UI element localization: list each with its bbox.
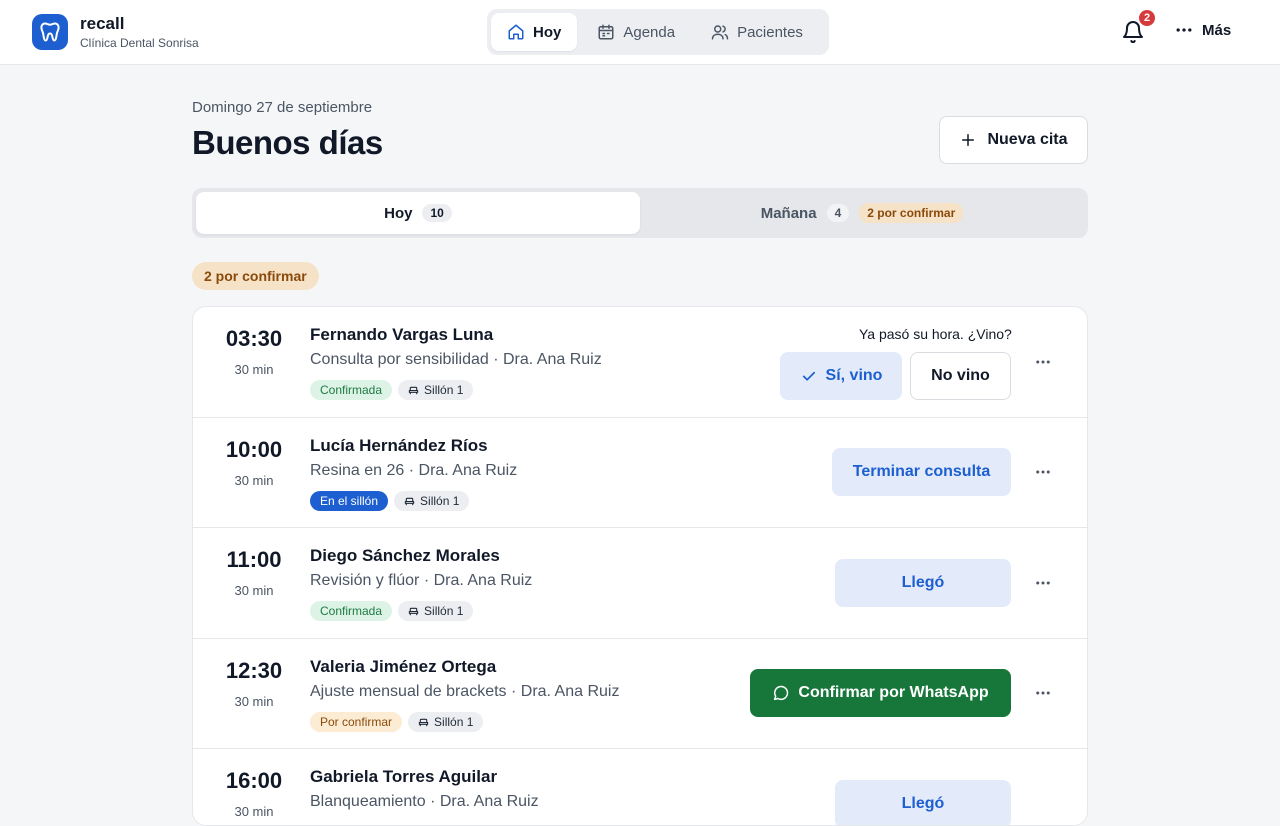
- appointment-row[interactable]: 10:00 30 min Lucía Hernández Ríos Resina…: [193, 418, 1087, 528]
- row-options-icon[interactable]: [1031, 350, 1055, 374]
- button-label: No vino: [931, 367, 990, 384]
- row-options-icon[interactable]: [1031, 460, 1055, 484]
- button-label: Sí, vino: [825, 367, 883, 384]
- app-name: recall: [80, 13, 125, 33]
- appointment-detail: Ajuste mensual de brackets · Dra. Ana Ru…: [310, 683, 620, 700]
- tab-count: 10: [422, 204, 452, 222]
- button-label: Confirmar por WhatsApp: [798, 684, 989, 701]
- brand[interactable]: recall Clínica Dental Sonrisa: [32, 14, 199, 50]
- arrived-button[interactable]: Llegó: [835, 780, 1011, 825]
- appointment-time: 12:30: [225, 658, 283, 683]
- notification-badge: 2: [1137, 8, 1157, 28]
- page-title: Buenos días: [192, 124, 383, 161]
- appointment-time: 16:00: [225, 768, 283, 793]
- more-menu-button[interactable]: Más: [1174, 20, 1231, 40]
- patient-name[interactable]: Gabriela Torres Aguilar: [310, 767, 497, 787]
- tab-count: 4: [826, 204, 850, 222]
- chair-label: Sillón 1: [434, 715, 474, 729]
- patient-name[interactable]: Valeria Jiménez Ortega: [310, 657, 496, 677]
- tooth-icon: [32, 14, 68, 50]
- attended-no-button[interactable]: No vino: [910, 352, 1011, 400]
- chair-badge: Sillón 1: [398, 380, 474, 400]
- tab-hoy[interactable]: Hoy 10: [196, 192, 640, 234]
- chair-label: Sillón 1: [420, 494, 460, 508]
- appointment-row[interactable]: 12:30 30 min Valeria Jiménez Ortega Ajus…: [193, 639, 1087, 749]
- status-badge: Por confirmar: [310, 712, 403, 732]
- chair-icon: [408, 386, 419, 394]
- button-label: Llegó: [901, 795, 945, 812]
- main-nav: Hoy Agenda Pacientes: [487, 9, 829, 55]
- day-tabs: Hoy 10 Mañana 4 2 por confirmar: [192, 188, 1088, 238]
- attendance-question: Ya pasó su hora. ¿Vino?: [859, 326, 1012, 342]
- appointment-duration: 30 min: [234, 583, 274, 598]
- confirm-whatsapp-button[interactable]: Confirmar por WhatsApp: [750, 669, 1011, 717]
- appointment-detail: Blanqueamiento · Dra. Ana Ruiz: [310, 793, 539, 810]
- tab-label: Hoy: [384, 204, 413, 222]
- appointment-detail: Consulta por sensibilidad · Dra. Ana Rui…: [310, 351, 602, 368]
- users-icon: [711, 25, 729, 40]
- chair-label: Sillón 1: [424, 383, 464, 397]
- appointment-time: 10:00: [225, 437, 283, 462]
- button-label: Terminar consulta: [852, 463, 991, 480]
- ellipsis-icon: [1176, 28, 1192, 32]
- appointment-duration: 30 min: [234, 804, 274, 819]
- chair-badge: Sillón 1: [398, 601, 474, 621]
- calendar-icon: [598, 24, 614, 40]
- home-icon: [508, 24, 524, 40]
- tab-manana[interactable]: Mañana 4 2 por confirmar: [640, 192, 1084, 234]
- row-options-icon[interactable]: [1031, 681, 1055, 705]
- appointment-list: 03:30 30 min Fernando Vargas Luna Consul…: [192, 306, 1088, 826]
- appointment-time: 03:30: [225, 326, 283, 351]
- appointment-time: 11:00: [226, 547, 282, 572]
- appointment-duration: 30 min: [234, 473, 274, 488]
- pending-badge: 2 por confirmar: [859, 203, 964, 223]
- patient-name[interactable]: Fernando Vargas Luna: [310, 325, 493, 345]
- plus-icon: [962, 134, 975, 146]
- top-bar: recall Clínica Dental Sonrisa Hoy Agenda…: [0, 0, 1280, 65]
- nav-tab-agenda[interactable]: Agenda: [581, 13, 691, 51]
- pending-filter-pill[interactable]: 2 por confirmar: [192, 262, 319, 290]
- row-options-icon[interactable]: [1031, 571, 1055, 595]
- appointment-detail: Resina en 26 · Dra. Ana Ruiz: [310, 462, 518, 479]
- chair-icon: [408, 607, 419, 615]
- appointment-detail: Revisión y flúor · Dra. Ana Ruiz: [310, 572, 533, 589]
- current-date: Domingo 27 de septiembre: [192, 99, 373, 116]
- patient-name[interactable]: Lucía Hernández Ríos: [310, 436, 488, 456]
- nav-tab-label: Hoy: [533, 23, 562, 41]
- arrived-button[interactable]: Llegó: [835, 559, 1011, 607]
- nav-tab-hoy[interactable]: Hoy: [491, 13, 578, 51]
- patient-name[interactable]: Diego Sánchez Morales: [310, 546, 500, 566]
- whatsapp-icon: [774, 685, 789, 701]
- check-icon: [802, 371, 815, 381]
- more-label: Más: [1202, 21, 1232, 39]
- new-appointment-label: Nueva cita: [987, 131, 1068, 148]
- status-badge: En el sillón: [310, 491, 389, 511]
- new-appointment-button[interactable]: Nueva cita: [939, 116, 1088, 164]
- chair-badge: Sillón 1: [394, 491, 470, 511]
- appointment-duration: 30 min: [234, 694, 274, 709]
- appointment-row[interactable]: 11:00 30 min Diego Sánchez Morales Revis…: [193, 528, 1087, 639]
- tab-label: Mañana: [760, 204, 817, 222]
- button-label: Llegó: [901, 574, 945, 591]
- chair-icon: [404, 497, 415, 505]
- status-badge: Confirmada: [310, 380, 393, 400]
- appointment-row[interactable]: 16:00 30 min Gabriela Torres Aguilar Bla…: [193, 749, 1087, 825]
- nav-tab-pacientes[interactable]: Pacientes: [695, 13, 819, 51]
- appointment-duration: 30 min: [234, 362, 274, 377]
- appointment-row[interactable]: 03:30 30 min Fernando Vargas Luna Consul…: [193, 307, 1087, 418]
- finish-consultation-button[interactable]: Terminar consulta: [832, 448, 1011, 496]
- nav-tab-label: Agenda: [623, 23, 676, 41]
- chair-icon: [418, 718, 429, 726]
- attended-yes-button[interactable]: Sí, vino: [780, 352, 902, 400]
- nav-tab-label: Pacientes: [737, 23, 803, 41]
- chair-badge: Sillón 1: [408, 712, 484, 732]
- status-badge: Confirmada: [310, 601, 393, 621]
- chair-label: Sillón 1: [424, 604, 464, 618]
- clinic-name: Clínica Dental Sonrisa: [80, 35, 199, 50]
